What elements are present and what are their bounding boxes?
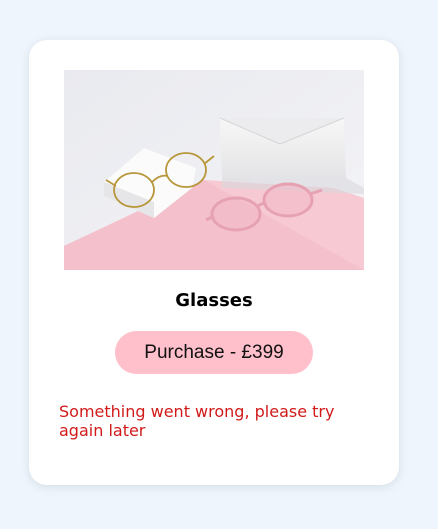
product-card: Glasses Purchase - £399 Something went w… [29,40,399,485]
product-image [64,70,364,270]
purchase-button[interactable]: Purchase - £399 [115,331,313,374]
product-title: Glasses [175,290,253,311]
error-message: Something went wrong, please try again l… [59,402,335,440]
